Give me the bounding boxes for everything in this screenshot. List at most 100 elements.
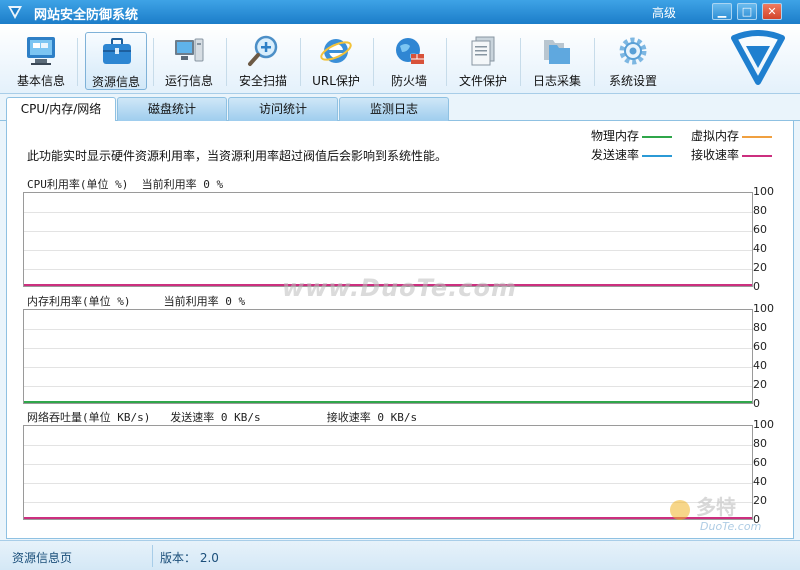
svg-text:DuoTe.com: DuoTe.com [700, 520, 761, 533]
y-tick-label: 40 [753, 359, 767, 372]
toolbar-run-info[interactable]: 运行信息 [158, 32, 220, 90]
toolbar-label: 防火墙 [390, 74, 427, 88]
ie-globe-icon [320, 39, 352, 63]
status-version: 版本： 2.0 [160, 551, 219, 565]
y-tick-label: 80 [753, 437, 767, 450]
chart-gridline [24, 212, 752, 213]
toolbar-label: 基本信息 [16, 74, 65, 88]
y-tick-label: 20 [753, 261, 767, 274]
toolbar-label: 安全扫描 [238, 74, 287, 88]
toolbar-label: 资源信息 [91, 75, 140, 89]
legend-swatch [642, 135, 673, 138]
toolbar-divider [520, 38, 521, 86]
chart-gridline [24, 367, 752, 368]
cpu-usage-chart [23, 192, 753, 287]
legend-send-rate: 发送速率 [591, 146, 673, 163]
toolbar-divider [226, 38, 227, 86]
y-tick-label: 60 [753, 456, 767, 469]
y-tick-label: 80 [753, 204, 767, 217]
advanced-link[interactable]: 高级 [652, 4, 676, 21]
computer-icon [175, 38, 204, 62]
toolbar-divider [594, 38, 595, 86]
chart-gridline [24, 464, 752, 465]
toolbar-system-settings[interactable]: 系统设置 [602, 32, 664, 90]
watermark-text: www.DuoTe.com [282, 274, 517, 302]
network-chart-title: 网络吞吐量(单位 KB/s) 发送速率 0 KB/s 接收速率 0 KB/s [27, 411, 418, 424]
toolbar-label: 运行信息 [164, 74, 213, 88]
chart-gridline [24, 445, 752, 446]
close-button[interactable]: ✕ [762, 3, 782, 20]
legend-label: 接收速率 [691, 148, 740, 162]
resource-panel: 此功能实时显示硬件资源利用率，当资源利用率超过阀值后会影响到系统性能。 物理内存… [6, 121, 794, 539]
toolbar-divider [77, 38, 78, 86]
chart-gridline [24, 269, 752, 270]
y-tick-label: 100 [753, 185, 774, 198]
chart-series-line [24, 401, 752, 403]
legend-label: 发送速率 [591, 148, 640, 162]
y-tick-label: 20 [753, 378, 767, 391]
y-tick-label: 80 [753, 321, 767, 334]
y-tick-label: 0 [753, 397, 760, 410]
y-tick-label: 100 [753, 302, 774, 315]
tab-monitor-log[interactable]: 监测日志 [339, 97, 449, 121]
toolbar-log-collect[interactable]: 日志采集 [526, 32, 588, 90]
legend-receive-rate: 接收速率 [691, 146, 773, 163]
toolbar-label: 文件保护 [458, 74, 507, 88]
documents-icon [471, 36, 495, 66]
legend-virtual-memory: 虚拟内存 [691, 127, 773, 144]
app-logo-icon [8, 6, 22, 19]
globe-firewall-icon [396, 38, 424, 64]
y-tick-label: 40 [753, 475, 767, 488]
gear-icon [619, 37, 647, 65]
toolbar-divider [300, 38, 301, 86]
svg-text:多特: 多特 [696, 495, 736, 519]
monitor-windows-icon [27, 37, 55, 65]
title-bar: 网站安全防御系统 高级 ▁ □ ✕ [0, 0, 800, 24]
chart-gridline [24, 483, 752, 484]
status-divider [152, 545, 153, 567]
y-tick-label: 0 [753, 280, 760, 293]
toolbar-firewall[interactable]: 防火墙 [378, 32, 440, 90]
minimize-button[interactable]: ▁ [712, 3, 732, 20]
chart-series-line [24, 517, 752, 519]
toolbar-label: 系统设置 [608, 74, 657, 88]
chart-gridline [24, 502, 752, 503]
tab-access-stats[interactable]: 访问统计 [228, 97, 338, 121]
chart-gridline [24, 231, 752, 232]
chart-gridline [24, 250, 752, 251]
status-page-label: 资源信息页 [12, 551, 73, 565]
toolbar-divider [373, 38, 374, 86]
magnifier-plus-icon [248, 35, 278, 66]
y-tick-label: 100 [753, 418, 774, 431]
memory-usage-chart [23, 309, 753, 404]
cpu-chart-title: CPU利用率(单位 %) 当前利用率 0 % [27, 178, 224, 191]
legend-label: 物理内存 [591, 129, 640, 143]
brand-shield-logo [731, 30, 785, 85]
y-tick-label: 60 [753, 340, 767, 353]
toolbar-url-protect[interactable]: URL保护 [305, 32, 367, 90]
description-text: 此功能实时显示硬件资源利用率，当资源利用率超过阀值后会影响到系统性能。 [27, 149, 448, 163]
folders-icon [544, 40, 570, 64]
chart-gridline [24, 348, 752, 349]
main-toolbar: 基本信息 资源信息 运行信息 安全扫描 URL保护 防火墙 文件保护 日志采集 … [0, 24, 800, 94]
network-throughput-chart [23, 425, 753, 520]
legend-label: 虚拟内存 [691, 129, 740, 143]
toolbar-label: 日志采集 [532, 74, 581, 88]
y-tick-label: 40 [753, 242, 767, 255]
tab-disk-stats[interactable]: 磁盘统计 [117, 97, 227, 121]
y-tick-label: 60 [753, 223, 767, 236]
legend-swatch [742, 135, 773, 138]
legend-swatch [742, 154, 773, 157]
legend-physical-memory: 物理内存 [591, 127, 673, 144]
toolbar-basic-info[interactable]: 基本信息 [10, 32, 72, 90]
briefcase-icon [103, 38, 131, 64]
maximize-button[interactable]: □ [737, 3, 757, 20]
toolbar-file-protect[interactable]: 文件保护 [452, 32, 514, 90]
chart-gridline [24, 329, 752, 330]
chart-gridline [24, 386, 752, 387]
tab-bar: CPU/内存/网络 磁盘统计 访问统计 监测日志 [0, 95, 800, 122]
toolbar-label: URL保护 [312, 74, 360, 88]
toolbar-security-scan[interactable]: 安全扫描 [232, 32, 294, 90]
toolbar-resource-info[interactable]: 资源信息 [85, 32, 147, 90]
tab-cpu-memory-network[interactable]: CPU/内存/网络 [6, 97, 116, 122]
